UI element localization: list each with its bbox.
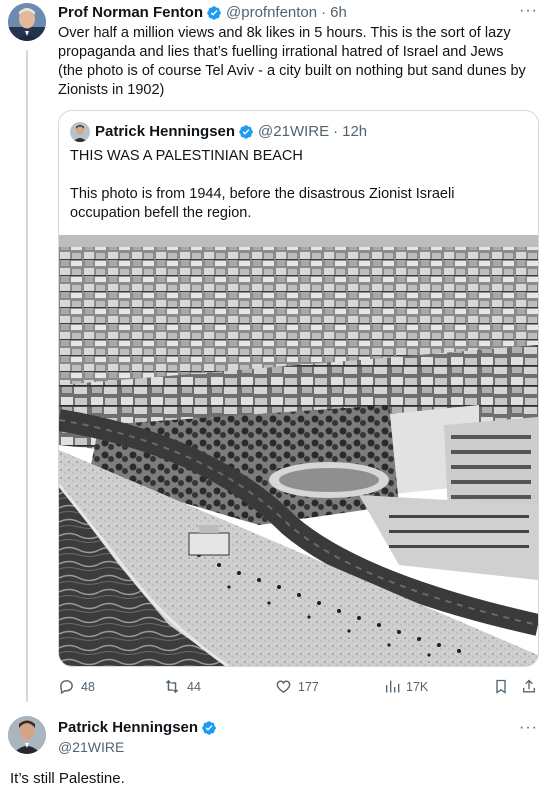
more-options-icon[interactable]: ··· [519,2,538,20]
heart-icon [276,680,291,694]
quoted-tweet-text: THIS WAS A PALESTINIAN BEACH This photo … [70,148,455,221]
verified-badge-icon [207,6,221,20]
share-icon [523,679,535,693]
like-count: 177 [298,679,319,694]
reply-count: 48 [81,679,95,694]
quoted-author-handle: @21WIRE [258,123,330,140]
views-chart-icon [386,680,400,693]
author-name[interactable]: Prof Norman Fenton [58,3,203,23]
profile-photo-icon [8,716,46,754]
timestamp[interactable]: 6h [330,3,347,23]
reply-author-name[interactable]: Patrick Henningsen [58,719,198,736]
reply-tweet-header: Patrick Henningsen [58,719,221,736]
tweet-text: Over half a million views and 8k likes i… [58,25,526,98]
verified-badge-icon [239,125,253,139]
profile-photo-icon [8,3,46,41]
action-bar: 48 44 177 17K [0,678,548,700]
share-button[interactable] [521,678,543,695]
reply-button[interactable]: 48 [58,678,95,695]
views-count: 17K [406,679,429,694]
retweet-count: 44 [187,679,201,694]
quoted-avatar [70,122,90,142]
main-tweet[interactable]: Prof Norman Fenton @profnfenton · 6h ···… [0,0,548,705]
reply-tweet-text: It’s still Palestine. [10,770,125,787]
bookmark-button[interactable] [493,678,515,695]
reply-icon [60,680,73,695]
tweet-header: Prof Norman Fenton @profnfenton · 6h [58,3,347,23]
quoted-timestamp: 12h [342,123,368,140]
aerial-beach-city-photo[interactable] [59,235,538,667]
avatar[interactable] [8,3,46,41]
quoted-tweet-header: Patrick Henningsen @21WIRE · 12h [95,122,367,142]
reply-author-handle[interactable]: @21WIRE [58,739,124,755]
retweet-icon [165,679,179,694]
views-button[interactable]: 17K [384,678,428,695]
author-handle[interactable]: @profnfenton [226,3,317,23]
like-button[interactable]: 177 [275,678,319,695]
retweet-button[interactable]: 44 [163,678,201,695]
quoted-tweet-card[interactable]: Patrick Henningsen @21WIRE · 12h THIS WA… [58,110,539,667]
more-options-icon[interactable]: ··· [519,719,538,737]
reply-avatar[interactable] [8,716,46,754]
separator-dot: · [321,4,327,21]
profile-photo-icon [70,122,90,142]
verified-badge-icon [202,720,216,735]
bookmark-icon [496,679,506,694]
quoted-author-name: Patrick Henningsen [95,123,236,140]
separator-dot: · [333,123,339,140]
